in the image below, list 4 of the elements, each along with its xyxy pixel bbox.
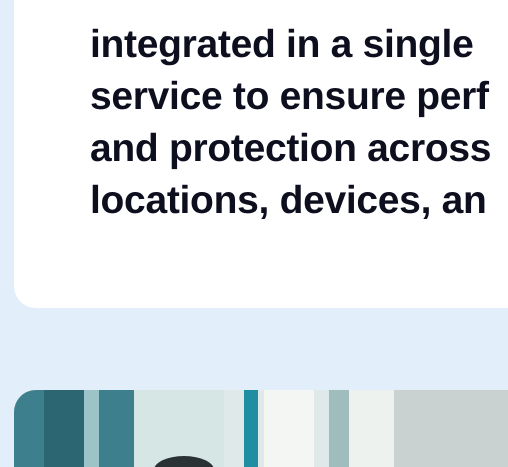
body-text-line: locations, devices, an	[90, 178, 487, 224]
body-text-line: service to ensure perf	[90, 74, 489, 120]
body-text-line: and protection across	[90, 126, 492, 172]
body-text-line: integrated in a single	[90, 22, 474, 68]
